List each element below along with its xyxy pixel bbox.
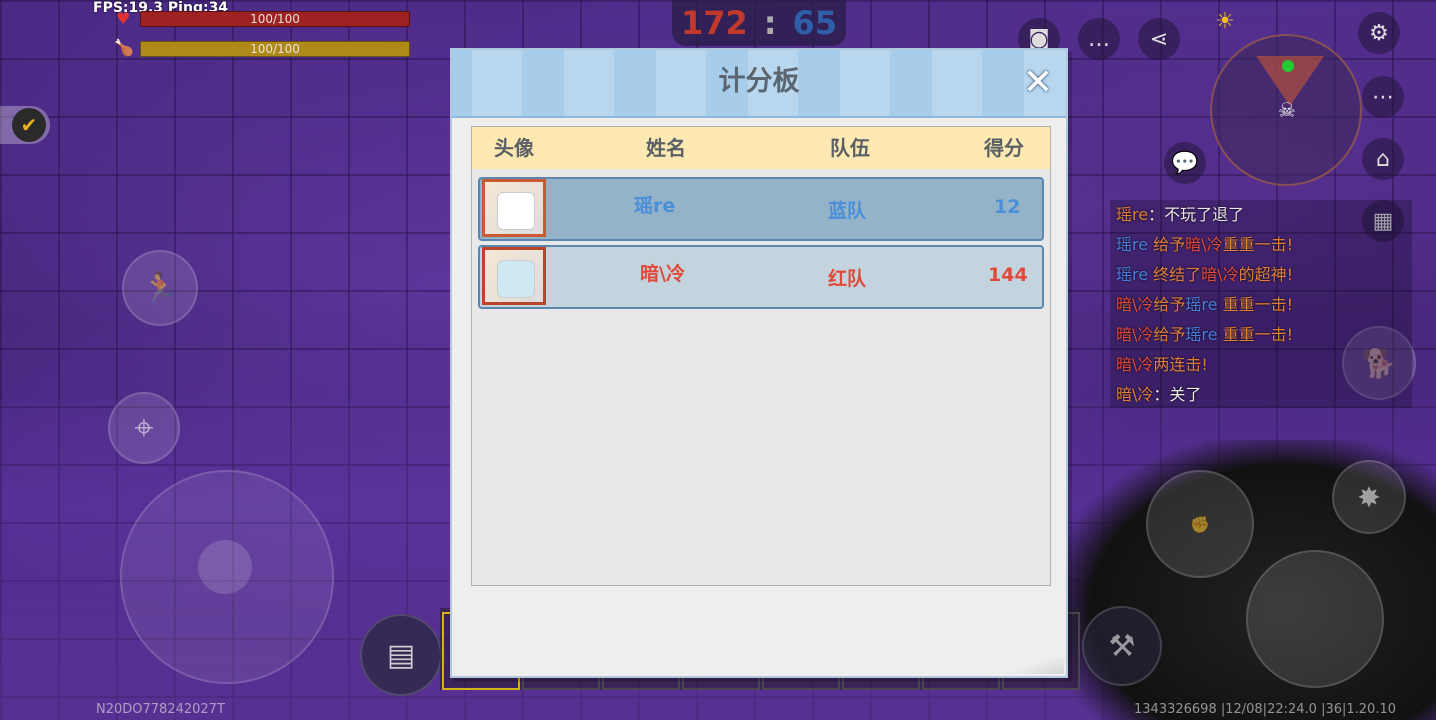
avatar-icon (482, 179, 546, 237)
session-info: 1343326698 |12/08|22:24.0 |36|1.20.10 (1134, 702, 1396, 717)
chat-button[interactable]: … (1078, 18, 1120, 60)
build-button[interactable]: ⚒ (1082, 606, 1162, 686)
player-team: 蓝队 (828, 200, 867, 222)
home-icon: ⌂ (1376, 146, 1390, 172)
share-button[interactable]: ⋖ (1138, 18, 1180, 60)
chat-fragment: 瑶re (1185, 325, 1218, 344)
player-team: 红队 (828, 268, 867, 290)
chat-line: 暗\冷给予瑶re 重重一击! (1110, 320, 1412, 350)
scoreboard-dialog: 计分板 ✕ 头像 姓名 队伍 得分 瑶re 蓝队 12 暗\冷 红队 144 (450, 48, 1068, 678)
quick-chat-button[interactable]: 💬 (1164, 142, 1206, 184)
speech-icon: 💬 (1171, 150, 1199, 176)
chat-line: 暗\冷：关了 (1110, 380, 1412, 410)
player-name: 瑶re (634, 195, 676, 217)
backpack-icon: ▤ (386, 637, 416, 673)
chat-fragment: 给予 (1148, 235, 1186, 254)
close-button[interactable]: ✕ (1020, 65, 1056, 101)
player-score: 12 (994, 196, 1021, 218)
table-row[interactable]: 暗\冷 红队 144 (478, 245, 1044, 309)
close-icon: ✕ (1022, 62, 1054, 103)
chat-fragment: 两连击! (1153, 355, 1208, 374)
chat-fragment: 的超神! (1238, 265, 1293, 284)
chat-line: 瑶re：不玩了退了 (1110, 200, 1412, 230)
chat-line: 瑶re 终结了暗\冷的超神! (1110, 260, 1412, 290)
run-button[interactable]: 🏃 (122, 250, 198, 326)
chat-fragment: ：不玩了退了 (1148, 205, 1245, 224)
avatar-icon (482, 247, 546, 305)
chat-fragment: 给予 (1153, 295, 1186, 314)
player-name: 暗\冷 (640, 263, 685, 285)
settings-icon: ⚙ (1369, 20, 1389, 46)
chat-fragment: 瑶re (1185, 295, 1218, 314)
action-button[interactable]: ✸ (1332, 460, 1406, 534)
player-id: N20DO778242027T (96, 702, 225, 717)
chat-fragment: ：关了 (1153, 385, 1202, 404)
crosshair-button[interactable]: ⌖ (108, 392, 180, 464)
chat-fragment: 瑶re (1116, 205, 1149, 224)
coin-button[interactable]: ✔ (0, 106, 50, 144)
team-score: 172 : 65 (672, 0, 846, 46)
avatar-face (497, 260, 535, 298)
col-score: 得分 (984, 136, 1024, 160)
scoreboard-table: 头像 姓名 队伍 得分 瑶re 蓝队 12 暗\冷 红队 144 (471, 126, 1051, 586)
col-avatar: 头像 (494, 136, 534, 160)
avatar-face (497, 192, 535, 230)
chat-fragment: 瑶re (1116, 265, 1149, 284)
heart-icon: ♥ (116, 9, 131, 28)
backpack-button[interactable]: ▤ (360, 614, 442, 696)
player-marker (1282, 60, 1294, 72)
more-button[interactable]: ⋯ (1362, 76, 1404, 118)
blue-team-score: 65 (792, 4, 838, 42)
paper-corner (1004, 658, 1064, 674)
share-icon: ⋖ (1149, 26, 1169, 52)
chat-icon: … (1088, 26, 1110, 52)
skull-icon: ☠ (1278, 98, 1296, 122)
health-bar: 100/100 (140, 11, 410, 27)
chat-fragment: 重重一击! (1222, 235, 1293, 254)
score-separator: : (763, 4, 777, 42)
chat-fragment: 终结了 (1148, 265, 1202, 284)
joystick[interactable] (120, 470, 334, 684)
chat-fragment: 重重一击! (1217, 325, 1294, 344)
settings-button[interactable]: ⚙ (1358, 12, 1400, 54)
chat-fragment: 暗\冷 (1116, 385, 1154, 404)
run-icon: 🏃 (141, 270, 179, 306)
chat-fragment: 重重一击! (1217, 295, 1294, 314)
jump-button[interactable] (1246, 550, 1384, 688)
chat-fragment: 暗\冷 (1116, 325, 1154, 344)
col-name: 姓名 (646, 136, 686, 160)
chat-fragment: 给予 (1153, 325, 1186, 344)
chat-line: 暗\冷两连击! (1110, 350, 1412, 380)
sun-icon: ☀ (1215, 8, 1235, 34)
crosshair-icon: ⌖ (134, 408, 154, 448)
dialog-title: 计分板 (718, 66, 800, 97)
attack-button[interactable]: ✊ (1146, 470, 1254, 578)
coin-icon: ✔ (12, 108, 46, 142)
joystick-knob[interactable] (198, 540, 252, 594)
col-team: 队伍 (830, 136, 870, 160)
pose-icon: ✸ (1357, 480, 1381, 514)
table-row[interactable]: 瑶re 蓝队 12 (478, 177, 1044, 241)
chat-line: 瑶re 给予暗\冷重重一击! (1110, 230, 1412, 260)
chat-fragment: 暗\冷 (1116, 355, 1154, 374)
chat-line: 暗\冷给予瑶re 重重一击! (1110, 290, 1412, 320)
table-header: 头像 姓名 队伍 得分 (472, 127, 1050, 169)
hammer-icon: ⚒ (1108, 628, 1136, 664)
minimap[interactable]: ☠ (1210, 34, 1362, 186)
hunger-bar: 100/100 (140, 41, 410, 57)
player-score: 144 (988, 264, 1028, 286)
dialog-header: 计分板 ✕ (452, 50, 1066, 118)
more-icon: ⋯ (1372, 84, 1394, 110)
home-button[interactable]: ⌂ (1362, 138, 1404, 180)
chat-fragment: 暗\冷 (1185, 235, 1223, 254)
hand-icon: ✊ (1190, 514, 1210, 534)
chat-log: 瑶re：不玩了退了 瑶re 给予暗\冷重重一击! 瑶re 终结了暗\冷的超神! 暗\冷… (1110, 200, 1412, 408)
chat-fragment: 暗\冷 (1116, 295, 1154, 314)
red-team-score: 172 (680, 4, 748, 42)
chat-fragment: 暗\冷 (1201, 265, 1239, 284)
drumstick-icon: 🍗 (114, 38, 134, 57)
chat-fragment: 瑶re (1116, 235, 1149, 254)
